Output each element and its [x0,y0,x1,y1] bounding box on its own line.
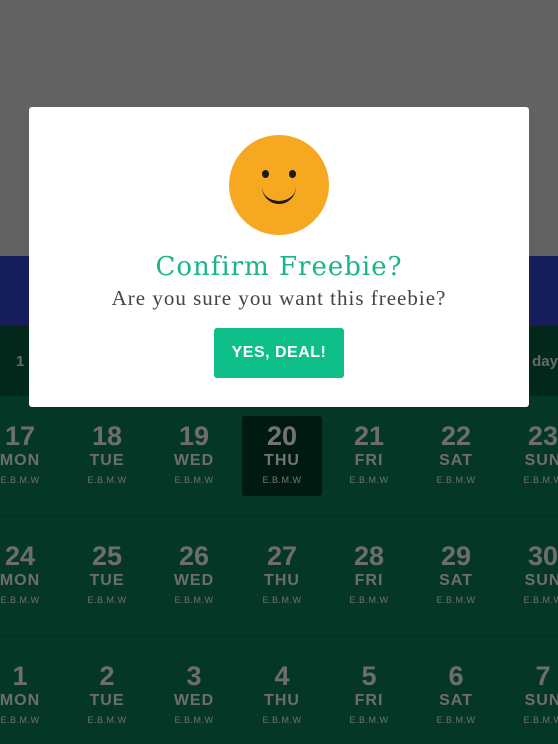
smiley-face-icon [229,135,329,235]
smiley-mouth [262,183,296,204]
confirm-deal-button[interactable]: YES, DEAL! [214,328,344,378]
smiley-right-eye [289,170,296,178]
smiley-left-eye [262,170,269,178]
dialog-message: Are you sure you want this freebie? [111,286,447,310]
dialog-title: Confirm Freebie? [155,252,403,282]
page: 1 day 17MONE.B.M.W18TUEE.B.M.W19WEDE.B.M… [0,0,558,744]
confirm-freebie-dialog: Confirm Freebie? Are you sure you want t… [29,107,529,407]
